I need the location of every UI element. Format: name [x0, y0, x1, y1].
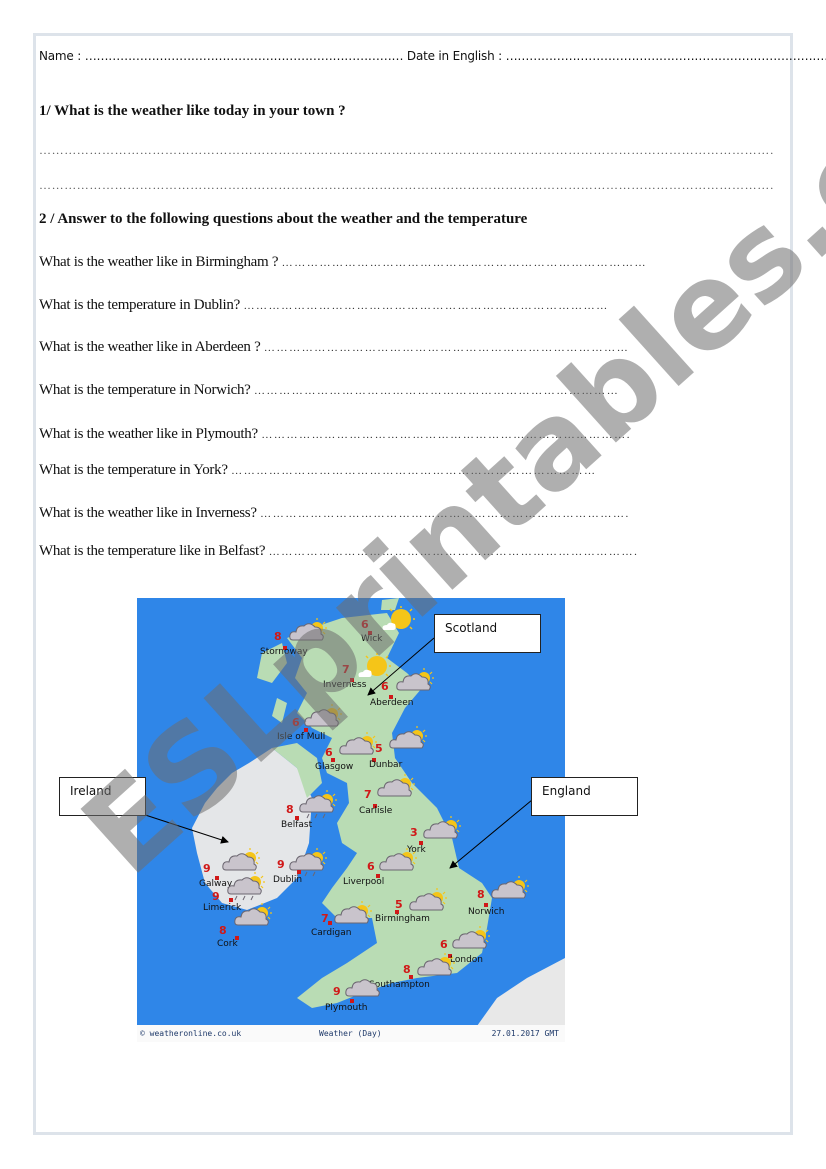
callout-arrows: [129, 637, 533, 869]
callout-england: England: [531, 777, 638, 816]
callout-ireland: Ireland: [59, 777, 146, 816]
england-arrow: [449, 799, 533, 869]
scotland-arrow: [367, 637, 435, 696]
callout-scotland: Scotland: [434, 614, 541, 653]
